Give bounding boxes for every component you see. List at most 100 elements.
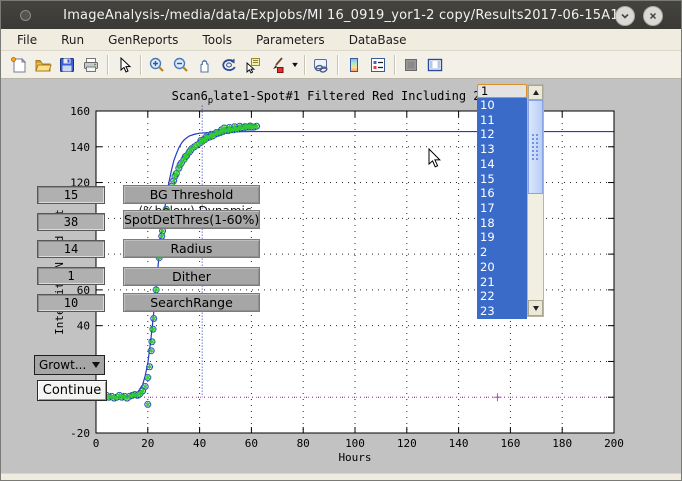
svg-text:100: 100 [345,437,365,450]
zoom-out-button[interactable] [169,54,193,76]
colorbar-icon [345,56,363,74]
svg-text:120: 120 [397,437,417,450]
pointer-button[interactable] [112,54,136,76]
svg-text:80: 80 [297,437,310,450]
brush-icon [268,56,286,74]
continue-button[interactable]: Continue [37,380,107,401]
save-button[interactable] [55,54,79,76]
show-plot-tools-icon [426,56,444,74]
figure-canvas: 020406080100120140160180200-200204060801… [1,79,681,473]
menu-run[interactable]: Run [57,31,88,49]
app-window: ImageAnalysis-/media/data/ExpJobs/MI 16_… [0,0,682,481]
svg-text:Hours: Hours [338,451,371,464]
arrow-down-icon [533,306,539,311]
searchrange-input[interactable]: 10 [37,294,105,312]
bg-threshold-label: BG Threshold [123,185,260,204]
dither-input[interactable]: 1 [37,267,105,285]
dropdown-list: 10111213141516171819220212223 [477,98,527,319]
dropdown-item-23[interactable]: 23 [477,304,527,319]
dropdown-item-18[interactable]: 18 [477,216,527,231]
pan-icon [196,56,214,74]
new-file-button[interactable] [7,54,31,76]
spot-number-dropdown: 1 10111213141516171819220212223 [477,84,545,320]
link-plots-button[interactable] [309,54,333,76]
toolbar [1,51,681,79]
dropdown-item-21[interactable]: 21 [477,275,527,290]
brush-dropdown-caret[interactable] [289,54,300,76]
chevron-down-icon [618,9,632,23]
dropdown-item-10[interactable]: 10 [477,98,527,113]
radius-label: Radius [123,239,260,258]
bg-threshold-input[interactable]: 15 [37,186,105,204]
dropdown-selected-value[interactable]: 1 [477,84,527,98]
dropdown-item-22[interactable]: 22 [477,289,527,304]
scrollbar-thumb[interactable] [528,100,543,194]
pointer-icon [115,56,133,74]
zoom-in-button[interactable] [145,54,169,76]
spotdetthres-label: SpotDetThres(1-60%) [123,210,260,229]
hide-plot-tools-button[interactable] [399,54,423,76]
pan-button[interactable] [193,54,217,76]
brush-button[interactable] [265,54,289,76]
dropdown-item-14[interactable]: 14 [477,157,527,172]
titlebar: ImageAnalysis-/media/data/ExpJobs/MI 16_… [1,1,681,29]
print-button[interactable] [79,54,103,76]
dropdown-item-16[interactable]: 16 [477,186,527,201]
dropdown-item-13[interactable]: 13 [477,142,527,157]
dropdown-item-11[interactable]: 11 [477,113,527,128]
zoom-out-icon [172,56,190,74]
dropdown-item-12[interactable]: 12 [477,127,527,142]
data-cursor-button[interactable] [241,54,265,76]
dropdown-item-15[interactable]: 15 [477,172,527,187]
toolbar-separator [394,55,395,75]
radius-input[interactable]: 14 [37,240,105,258]
close-icon [646,9,660,23]
rotate-3d-button[interactable] [217,54,241,76]
dropdown-item-20[interactable]: 20 [477,260,527,275]
zoom-in-icon [148,56,166,74]
growth-mode-label: Growt... [39,358,92,372]
dropdown-scrollbar[interactable] [527,84,544,317]
window-bottom-border [1,473,681,481]
close-button[interactable] [643,6,663,26]
rotate-3d-icon [220,56,238,74]
dropdown-caret-icon [92,362,100,368]
spotdetthres-input[interactable]: 38 [37,213,105,231]
svg-text:-20: -20 [70,427,90,440]
insert-legend-button[interactable] [366,54,390,76]
svg-text:180: 180 [552,437,572,450]
svg-text:0: 0 [93,437,100,450]
arrow-up-icon [533,90,539,95]
scrollbar-down-button[interactable] [528,300,543,316]
svg-text:40: 40 [77,320,90,333]
searchrange-label: SearchRange [123,293,260,312]
data-cursor-icon [244,56,262,74]
svg-text:140: 140 [449,437,469,450]
svg-text:60: 60 [245,437,258,450]
svg-text:160: 160 [500,437,520,450]
scrollbar-grip-icon [531,133,540,161]
open-file-icon [34,56,52,74]
dropdown-item-2[interactable]: 2 [477,245,527,260]
toolbar-separator [140,55,141,75]
save-icon [58,56,76,74]
menu-tools[interactable]: Tools [198,31,236,49]
dropdown-item-19[interactable]: 19 [477,230,527,245]
menubar: File Run GenReports Tools Parameters Dat… [1,29,681,51]
hide-plot-tools-icon [402,56,420,74]
growth-mode-dropdown-button[interactable]: Growt... [34,355,105,375]
menu-genreports[interactable]: GenReports [104,31,182,49]
dropdown-item-17[interactable]: 17 [477,201,527,216]
menu-file[interactable]: File [13,31,41,49]
menu-parameters[interactable]: Parameters [252,31,329,49]
window-menu-icon[interactable] [20,10,31,21]
scrollbar-up-button[interactable] [528,85,543,100]
open-file-button[interactable] [31,54,55,76]
toolbar-separator [337,55,338,75]
shade-button[interactable] [615,6,635,26]
svg-text:200: 200 [604,437,624,450]
new-file-icon [10,56,28,74]
menu-database[interactable]: DataBase [345,31,411,49]
show-plot-tools-button[interactable] [423,54,447,76]
insert-colorbar-button[interactable] [342,54,366,76]
